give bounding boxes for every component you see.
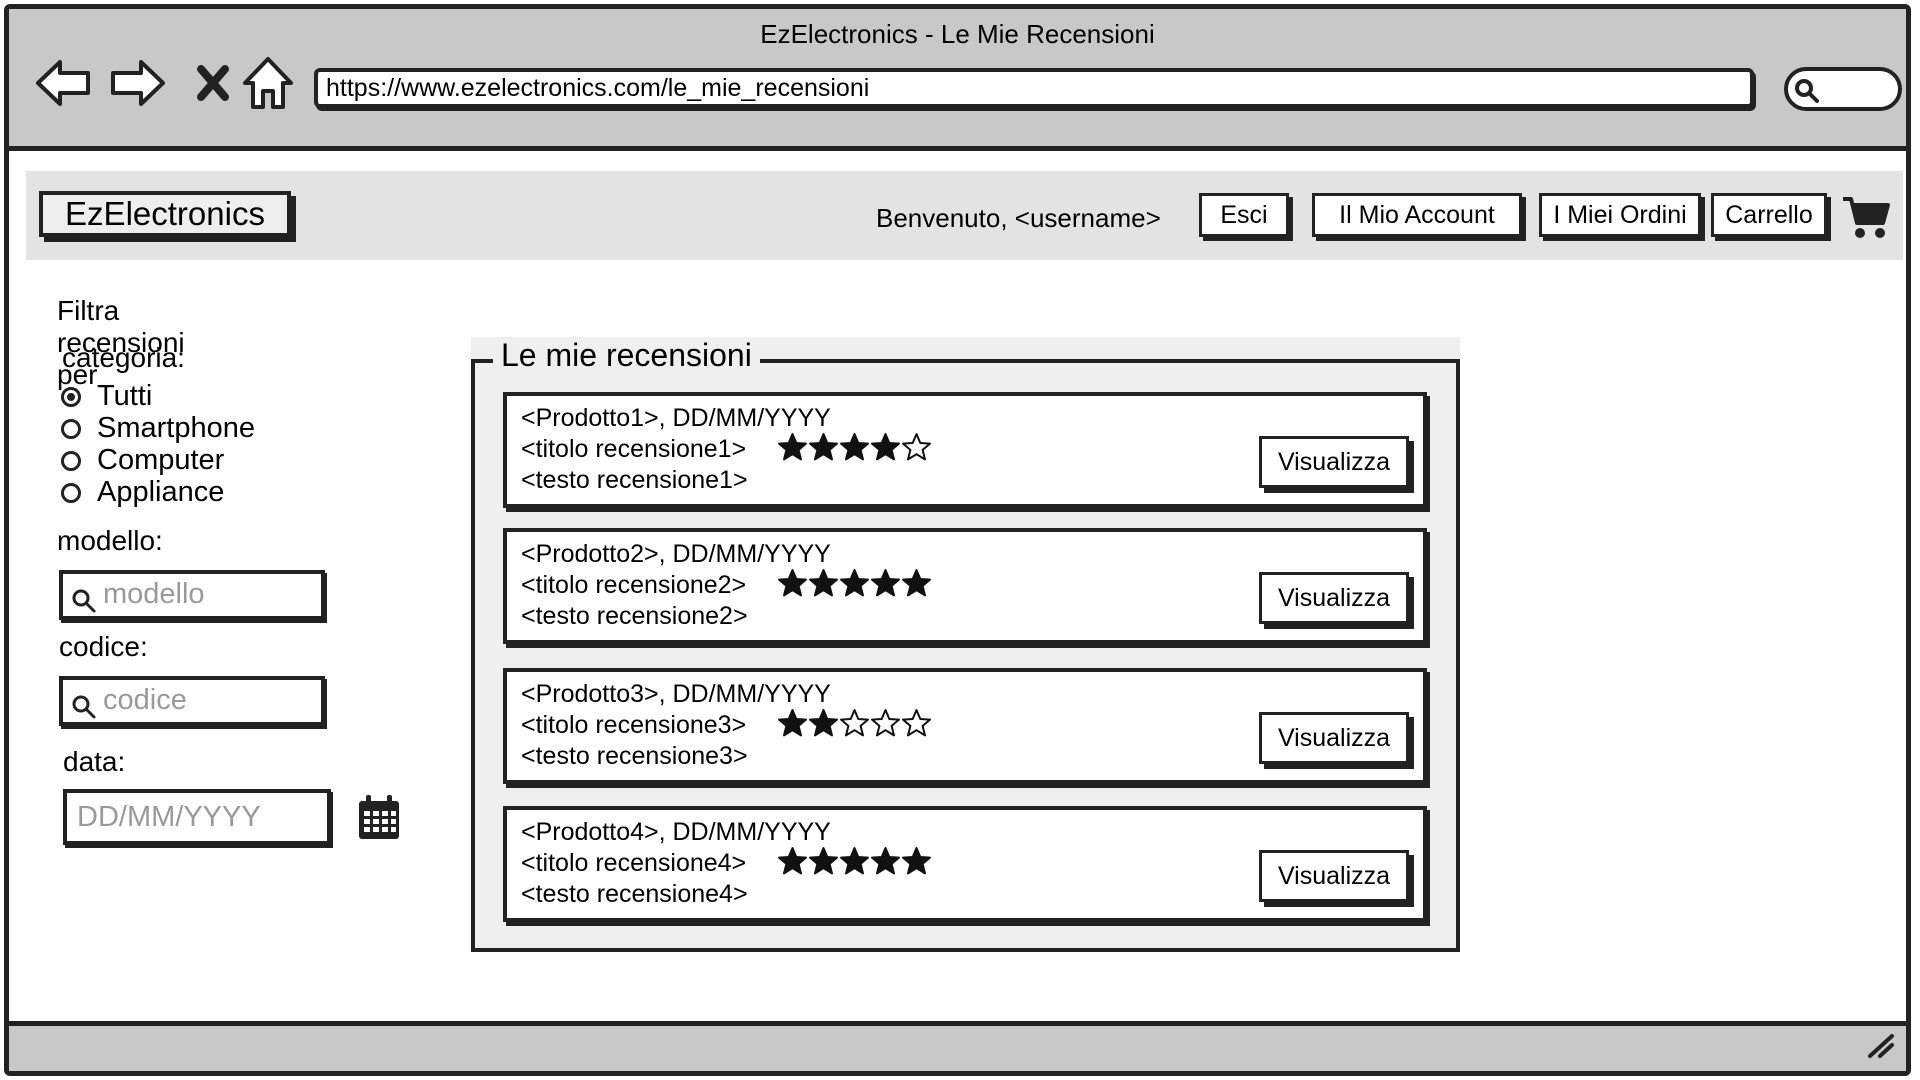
cart-button[interactable]: Carrello (1711, 193, 1827, 237)
radio-appliance[interactable]: Appliance (61, 476, 224, 509)
review-card: <Prodotto1>, DD/MM/YYYY <titolo recensio… (503, 392, 1427, 508)
star-empty-icon (839, 708, 870, 739)
close-icon[interactable] (184, 53, 242, 113)
browser-status-bar (9, 1021, 1906, 1071)
account-button[interactable]: Il Mio Account (1312, 193, 1522, 237)
radio-button[interactable] (61, 418, 81, 439)
review-rating (777, 708, 932, 739)
model-label: modello: (57, 525, 163, 556)
model-search-input[interactable]: modello (59, 570, 325, 620)
review-product-date: <Prodotto2>, DD/MM/YYYY (521, 540, 831, 568)
category-label: categoria: (62, 342, 185, 373)
radio-smartphone[interactable]: Smartphone (61, 412, 255, 445)
view-review-button[interactable]: Visualizza (1259, 436, 1409, 488)
radio-button[interactable] (61, 482, 81, 503)
browser-search[interactable] (1784, 67, 1902, 111)
review-card: <Prodotto3>, DD/MM/YYYY <titolo recensio… (503, 668, 1427, 784)
reviews-panel-title: Le mie recensioni (493, 337, 760, 374)
star-filled-icon (870, 846, 901, 877)
window-title: EzElectronics - Le Mie Recensioni (760, 19, 1155, 49)
review-rating (777, 432, 932, 463)
star-filled-icon (777, 708, 808, 739)
review-title: <titolo recensione3> (521, 711, 747, 739)
code-label: codice: (59, 631, 148, 662)
radio-label: Smartphone (97, 412, 255, 444)
radio-label: Appliance (97, 476, 225, 508)
review-product-date: <Prodotto3>, DD/MM/YYYY (521, 680, 831, 708)
date-placeholder: DD/MM/YYYY (77, 801, 261, 833)
review-text: <testo recensione3> (521, 742, 748, 770)
star-filled-icon (839, 432, 870, 463)
star-empty-icon (901, 708, 932, 739)
review-product-date: <Prodotto1>, DD/MM/YYYY (521, 404, 831, 432)
star-filled-icon (777, 846, 808, 877)
star-filled-icon (870, 568, 901, 599)
radio-button-selected[interactable] (61, 386, 81, 407)
review-text: <testo recensione4> (521, 880, 748, 908)
radio-label: Computer (97, 444, 225, 476)
url-bar[interactable]: https://www.ezelectronics.com/le_mie_rec… (314, 68, 1754, 108)
review-text: <testo recensione2> (521, 602, 748, 630)
star-filled-icon (901, 846, 932, 877)
review-title: <titolo recensione1> (521, 435, 747, 463)
review-rating (777, 846, 932, 877)
star-filled-icon (808, 568, 839, 599)
star-filled-icon (808, 432, 839, 463)
star-filled-icon (870, 432, 901, 463)
radio-computer[interactable]: Computer (61, 444, 224, 477)
browser-toolbar: EzElectronics - Le Mie Recensioni https:… (9, 9, 1906, 151)
reviews-panel: Le mie recensioni <Prodotto1>, DD/MM/YYY… (471, 337, 1460, 952)
star-filled-icon (777, 432, 808, 463)
star-empty-icon (901, 432, 932, 463)
calendar-icon[interactable] (357, 793, 401, 846)
date-label: data: (63, 746, 126, 777)
code-search-input[interactable]: codice (59, 676, 325, 726)
welcome-text: Benvenuto, <username> (876, 203, 1161, 233)
home-icon[interactable] (239, 53, 297, 113)
review-rating (777, 568, 932, 599)
forward-arrow-icon[interactable] (109, 53, 167, 113)
orders-button[interactable]: I Miei Ordini (1539, 193, 1701, 237)
star-filled-icon (901, 568, 932, 599)
review-card: <Prodotto2>, DD/MM/YYYY <titolo recensio… (503, 528, 1427, 644)
site-header: EzElectronics Benvenuto, <username> Esci… (26, 171, 1903, 260)
search-icon (71, 585, 97, 625)
logout-button[interactable]: Esci (1199, 193, 1289, 237)
search-icon (71, 691, 97, 731)
radio-label: Tutti (97, 380, 153, 412)
model-placeholder: modello (103, 578, 205, 610)
view-review-button[interactable]: Visualizza (1259, 712, 1409, 764)
site-logo[interactable]: EzElectronics (39, 191, 291, 237)
resize-grip-icon[interactable] (1866, 1032, 1896, 1063)
review-product-date: <Prodotto4>, DD/MM/YYYY (521, 818, 831, 846)
review-card: <Prodotto4>, DD/MM/YYYY <titolo recensio… (503, 806, 1427, 922)
code-placeholder: codice (103, 684, 187, 716)
radio-button[interactable] (61, 450, 81, 471)
star-filled-icon (839, 846, 870, 877)
radio-tutti[interactable]: Tutti (61, 380, 152, 413)
star-filled-icon (839, 568, 870, 599)
star-filled-icon (808, 846, 839, 877)
view-review-button[interactable]: Visualizza (1259, 572, 1409, 624)
browser-window: EzElectronics - Le Mie Recensioni https:… (4, 4, 1911, 1076)
star-filled-icon (777, 568, 808, 599)
review-text: <testo recensione1> (521, 466, 748, 494)
search-icon (1794, 78, 1820, 109)
star-empty-icon (870, 708, 901, 739)
date-input[interactable]: DD/MM/YYYY (63, 789, 331, 845)
review-title: <titolo recensione4> (521, 849, 747, 877)
view-review-button[interactable]: Visualizza (1259, 850, 1409, 902)
star-filled-icon (808, 708, 839, 739)
back-arrow-icon[interactable] (34, 53, 92, 113)
review-title: <titolo recensione2> (521, 571, 747, 599)
cart-icon[interactable] (1841, 195, 1891, 246)
